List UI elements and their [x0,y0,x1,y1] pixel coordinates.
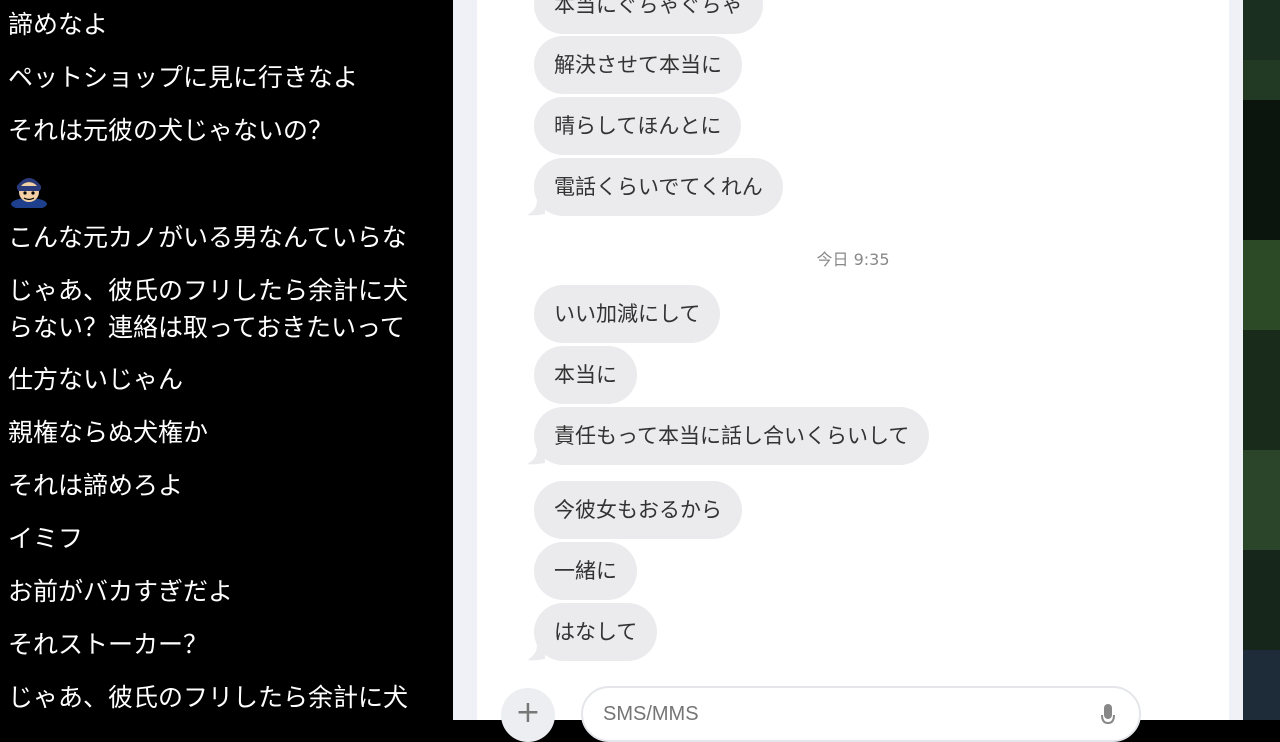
comment: それは諦めろよ [8,471,184,500]
message-timestamp: 今日 9:35 [816,250,890,269]
comment: こんな元カノがいる男なんていらな [8,223,407,252]
user-avatar-icon [11,178,47,208]
message-bubble: はなして [534,603,658,661]
bubble-tail-icon [527,200,545,216]
comment: じゃあ、彼氏のフリしたら余計に犬 [8,683,409,712]
bubble-tail-icon [527,449,545,465]
comment-feed: 諦めなよ ペットショップに見に行きなよ それは元彼の犬じゃないの？ こんな元カノ… [0,0,460,720]
game-background-edge [1243,0,1280,720]
comment: 諦めなよ [8,10,109,39]
comment: イミフ [8,524,84,553]
attach-button[interactable]: + [501,688,555,742]
message-bubble: 晴らしてほんとに [534,97,742,155]
message-bubble: いい加減にして [534,285,721,343]
message-bubble: 今彼女もおるから [534,481,742,539]
comment: 仕方ないじゃん [8,365,184,394]
comment: らない？連絡は取っておきたいって [8,313,405,342]
message-bubble: 一緒に [534,542,637,600]
comment: ペットショップに見に行きなよ [8,63,359,92]
comment: お前がバカすぎだよ [8,577,234,606]
comment: それは元彼の犬じゃないの？ [8,116,334,145]
phone-screenshot: 本当にぐちゃぐちゃ 解決させて本当に 晴らしてほんとに 電話くらいでてくれん 今… [453,0,1243,742]
microphone-icon[interactable] [1101,704,1115,728]
message-bubble: 本当にぐちゃぐちゃ [534,0,763,34]
bubble-tail-icon [527,645,545,661]
message-composer: + [477,680,1229,742]
comment: 親権ならぬ犬権か [8,418,209,447]
comment: それストーカー？ [8,630,209,659]
sms-input[interactable] [581,686,1141,742]
message-bubble: 解決させて本当に [534,36,742,94]
comment: じゃあ、彼氏のフリしたら余計に犬 [8,276,409,305]
message-bubble: 電話くらいでてくれん [534,158,783,216]
message-bubble: 本当に [534,346,637,404]
message-bubble: 責任もって本当に話し合いくらいして [534,407,930,465]
message-thread[interactable]: 本当にぐちゃぐちゃ 解決させて本当に 晴らしてほんとに 電話くらいでてくれん 今… [477,0,1229,742]
